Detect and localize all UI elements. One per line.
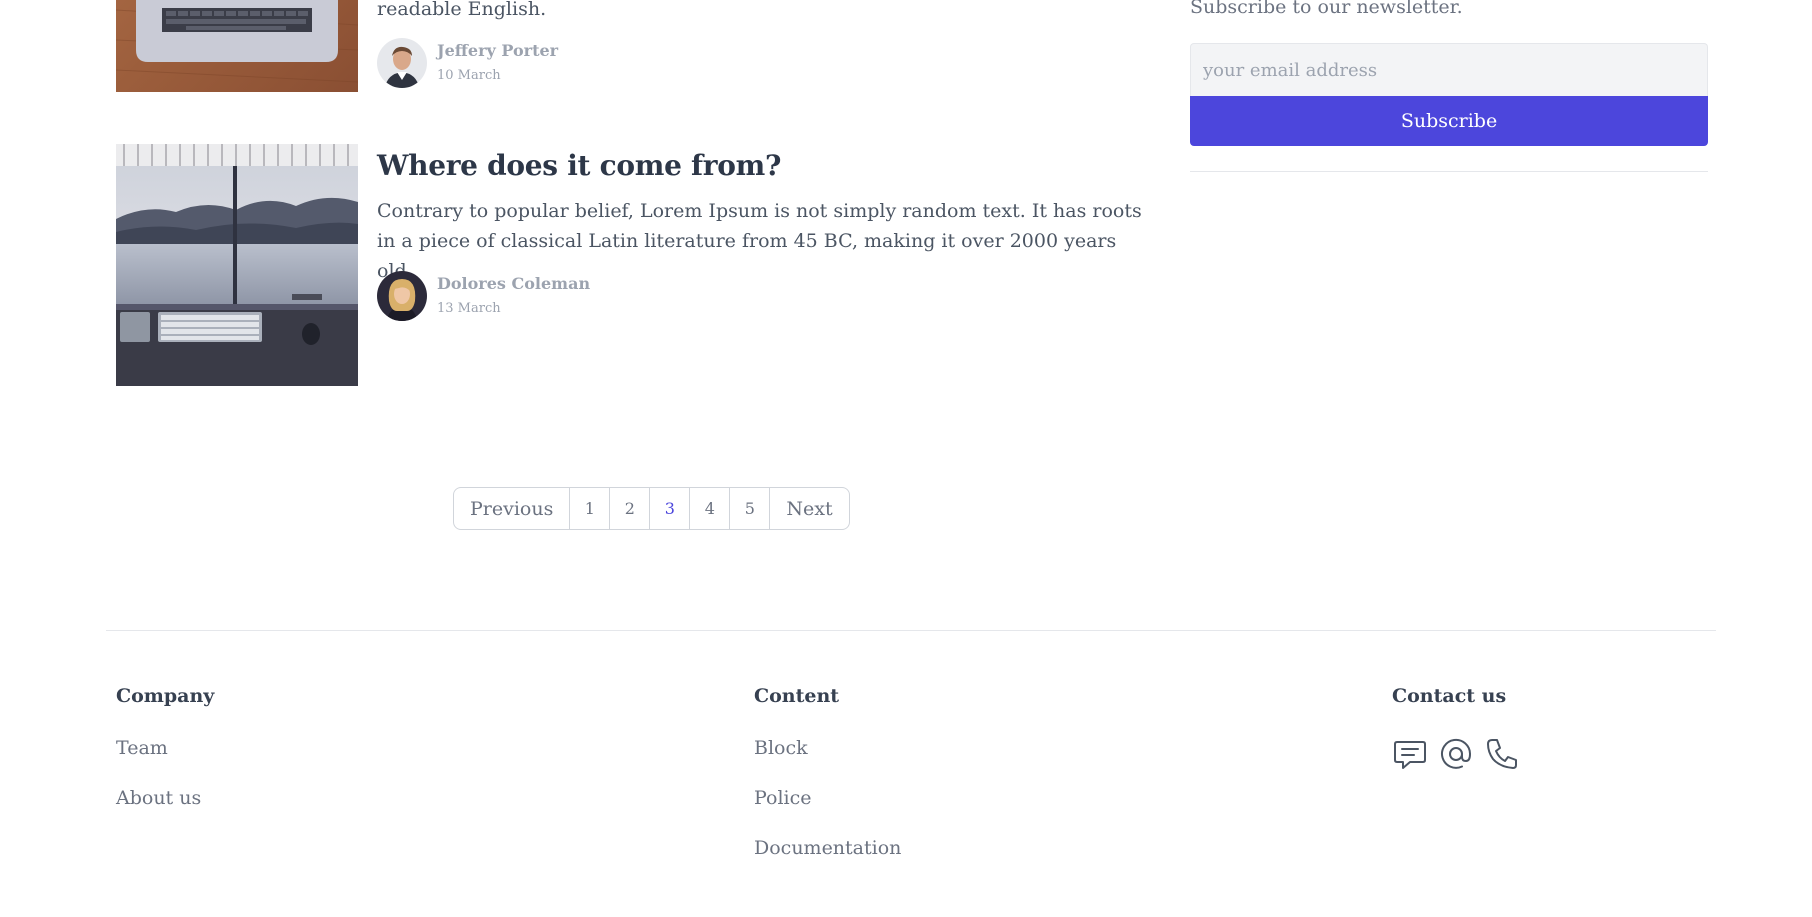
pagination: Previous 1 2 3 4 5 Next [453, 487, 850, 530]
footer-contact-column: Contact us [1392, 684, 1520, 772]
next-page-button[interactable]: Next [770, 488, 848, 529]
page-4-button[interactable]: 4 [690, 488, 731, 529]
avatar[interactable] [377, 271, 427, 321]
previous-page-button[interactable]: Previous [454, 488, 571, 529]
page-3-button[interactable]: 3 [650, 488, 691, 529]
post-author: Jeffery Porter 10 March [377, 38, 558, 88]
avatar[interactable] [377, 38, 427, 88]
page-5-button[interactable]: 5 [730, 488, 771, 529]
desk-monitors-lake-image [116, 144, 358, 386]
subscribe-button[interactable]: Subscribe [1190, 96, 1708, 146]
post-author: Dolores Coleman 13 March [377, 271, 590, 321]
phone-icon[interactable] [1484, 736, 1520, 772]
post-title[interactable]: Where does it come from? [377, 149, 781, 183]
footer-link-police[interactable]: Police [754, 786, 901, 810]
chat-icon[interactable] [1392, 736, 1428, 772]
post-thumbnail[interactable] [116, 144, 358, 386]
at-icon[interactable] [1438, 736, 1474, 772]
contact-icons [1392, 736, 1520, 772]
footer-divider [106, 630, 1716, 631]
post-thumbnail[interactable] [116, 0, 358, 92]
post-excerpt: readable English. [377, 0, 547, 20]
author-name[interactable]: Jeffery Porter [437, 41, 558, 61]
footer-link-documentation[interactable]: Documentation [754, 836, 901, 860]
author-name[interactable]: Dolores Coleman [437, 274, 590, 294]
post-date: 10 March [437, 68, 501, 83]
sidebar-divider [1190, 171, 1708, 172]
footer-heading: Company [116, 685, 215, 707]
avatar-image [377, 271, 427, 321]
footer-heading: Content [754, 685, 840, 707]
footer-content-column: Content Block Police Documentation [754, 684, 901, 860]
author-meta: Dolores Coleman 13 March [437, 274, 590, 318]
footer-company-column: Company Team About us [116, 684, 214, 810]
footer-link-about-us[interactable]: About us [116, 786, 214, 810]
laptop-on-wood-image [116, 0, 358, 92]
avatar-image [377, 38, 427, 88]
email-field[interactable] [1190, 43, 1708, 97]
footer-link-team[interactable]: Team [116, 736, 214, 760]
page-1-button[interactable]: 1 [570, 488, 611, 529]
author-meta: Jeffery Porter 10 March [437, 41, 558, 85]
newsletter-text: Subscribe to our newsletter. [1190, 0, 1463, 18]
footer-heading: Contact us [1392, 685, 1507, 707]
page-2-button[interactable]: 2 [610, 488, 651, 529]
footer-link-block[interactable]: Block [754, 736, 901, 760]
post-date: 13 March [437, 301, 501, 316]
